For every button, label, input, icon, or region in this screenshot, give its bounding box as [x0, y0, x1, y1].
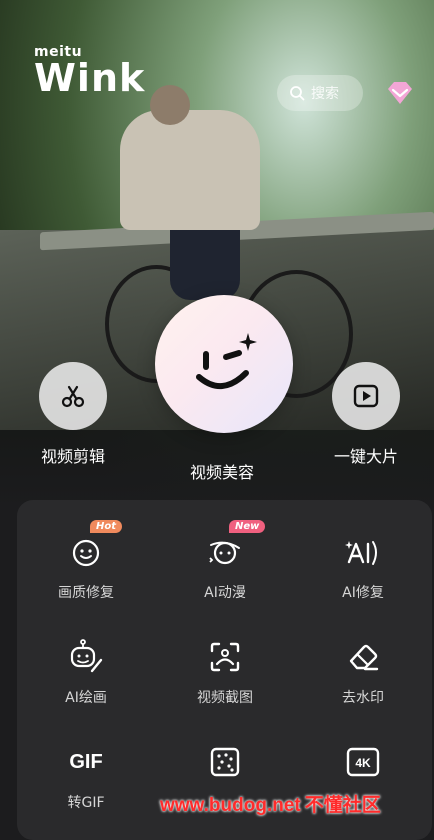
one-click-movie-circle	[332, 362, 400, 430]
watermark-text: 不懂社区	[304, 795, 381, 816]
tool-to-gif[interactable]: GIF 转GIF	[21, 742, 151, 812]
tool-icon-wrap	[205, 742, 245, 782]
watermark: www.budog.net 不懂社区	[160, 790, 381, 817]
video-edit-button[interactable]: 视频剪辑	[39, 362, 107, 467]
tool-label: AI修复	[342, 585, 384, 601]
search-bar[interactable]: 搜索	[277, 75, 363, 111]
hot-badge: Hot	[90, 520, 123, 533]
search-icon	[290, 86, 305, 101]
4k-icon: 4K	[346, 747, 380, 777]
rider-head	[150, 85, 190, 125]
eraser-icon	[349, 644, 379, 671]
video-beauty-label: 视频美容	[190, 463, 255, 482]
screenshot-icon	[210, 642, 240, 672]
tool-video-screenshot[interactable]: 视频截图	[160, 637, 290, 707]
tool-icon-wrap: New	[205, 520, 266, 572]
tool-dots[interactable]	[160, 742, 290, 792]
tool-label: 去水印	[342, 690, 384, 706]
face-sparkle-icon	[72, 539, 100, 567]
tool-label: AI动漫	[204, 585, 246, 601]
tool-icon-wrap	[343, 532, 383, 572]
ai-repair-icon	[345, 541, 377, 565]
4k-icon-text: 4K	[355, 756, 371, 770]
tool-ai-repair[interactable]: AI修复	[298, 532, 428, 602]
tool-label: 视频截图	[197, 690, 253, 706]
scissors-icon	[61, 385, 85, 408]
new-badge: New	[229, 520, 266, 533]
tool-ai-paint[interactable]: AI绘画	[21, 637, 151, 707]
ai-anime-icon	[209, 541, 240, 565]
smile-wink-icon	[196, 333, 257, 389]
one-click-movie-label: 一键大片	[333, 447, 398, 466]
search-placeholder: 搜索	[311, 86, 339, 102]
tool-label: 转GIF	[67, 795, 105, 811]
one-click-movie-button[interactable]: 一键大片	[332, 362, 400, 467]
play-icon	[353, 384, 379, 408]
dots-grid-icon	[210, 747, 240, 777]
vip-button[interactable]	[385, 80, 415, 106]
tool-4k[interactable]: 4K	[298, 742, 428, 792]
logo-wink: Wink	[34, 56, 146, 100]
tool-remove-watermark[interactable]: 去水印	[298, 637, 428, 707]
tool-icon-wrap: Hot	[66, 520, 123, 572]
video-edit-label: 视频剪辑	[40, 447, 105, 466]
tool-quality-repair[interactable]: Hot 画质修复	[21, 520, 151, 602]
tool-icon-wrap	[205, 637, 245, 677]
gif-icon: GIF	[69, 750, 103, 773]
tool-icon-wrap	[66, 637, 106, 677]
diamond-icon	[388, 82, 412, 104]
rider-body	[120, 110, 260, 230]
tool-icon-wrap: GIF	[66, 742, 106, 782]
tool-ai-anime[interactable]: New AI动漫	[160, 520, 290, 602]
app-logo: meitu Wink	[34, 44, 145, 100]
tool-label: AI绘画	[65, 690, 107, 706]
tool-icon-wrap	[343, 637, 383, 677]
tool-label: 画质修复	[58, 585, 114, 601]
video-edit-circle	[39, 362, 107, 430]
video-beauty-button[interactable]	[155, 295, 293, 433]
watermark-url: www.budog.net	[160, 795, 301, 816]
tool-icon-wrap: 4K	[343, 742, 383, 782]
ai-paint-icon	[70, 639, 103, 673]
